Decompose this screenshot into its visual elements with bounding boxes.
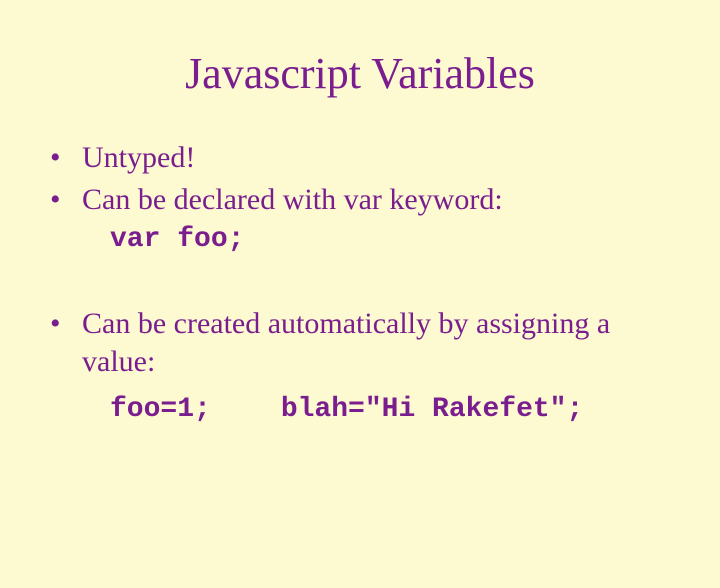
bullet-text: Can be created automatically by assignin… (82, 305, 680, 380)
slide: Javascript Variables • Untyped! • Can be… (0, 48, 720, 588)
slide-content: • Untyped! • Can be declared with var ke… (48, 139, 680, 427)
bullet-icon: • (48, 139, 82, 177)
slide-title: Javascript Variables (0, 48, 720, 99)
bullet-item: • Can be declared with var keyword: (48, 181, 680, 219)
code-line: var foo; (110, 222, 680, 257)
bullet-icon: • (48, 181, 82, 219)
bullet-text: Can be declared with var keyword: (82, 181, 680, 219)
bullet-icon: • (48, 305, 82, 343)
bullet-item: • Untyped! (48, 139, 680, 177)
code-fragment: blah="Hi Rakefet"; (281, 394, 583, 425)
bullet-item: • Can be created automatically by assign… (48, 305, 680, 380)
bullet-text: Untyped! (82, 139, 680, 177)
code-line: foo=1; blah="Hi Rakefet"; (110, 392, 680, 427)
code-fragment: foo=1; (110, 394, 211, 425)
